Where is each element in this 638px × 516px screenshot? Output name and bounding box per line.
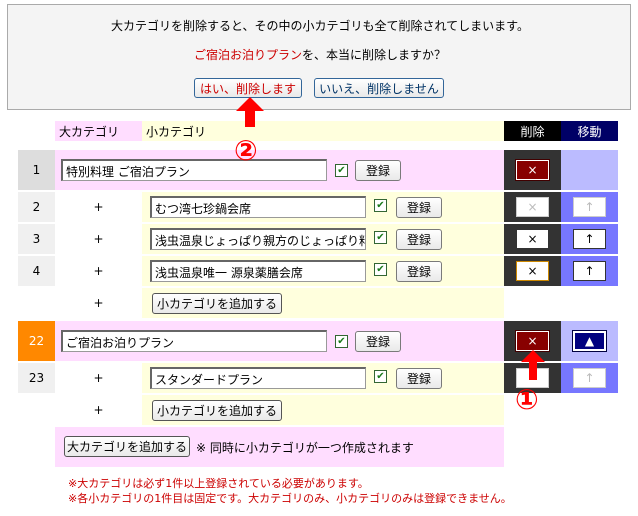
minor-category-input[interactable]: スタンダードプラン [150, 367, 366, 389]
move-cell [561, 150, 618, 190]
up-arrow-icon [236, 97, 264, 127]
move-up-button[interactable]: ↑ [573, 229, 606, 249]
add-minor-category-button[interactable]: 小カテゴリを追加する [152, 400, 282, 421]
warning-text-2: ※各小カテゴリの1件目は固定です。大カテゴリのみ、小カテゴリのみは登録できません… [68, 492, 512, 505]
row-number: 2 [18, 192, 55, 222]
header-major: 大カテゴリ [55, 121, 142, 141]
plus-sign: + [55, 192, 142, 222]
move-up-button[interactable]: ▲ [572, 330, 607, 352]
move-up-button: ↑ [573, 368, 606, 388]
delete-button[interactable]: × [515, 159, 550, 181]
target-category-name: ご宿泊お泊りプラン [193, 48, 302, 62]
visible-checkbox[interactable]: ✔ [374, 370, 387, 383]
plus-sign: + [55, 224, 142, 254]
delete-button[interactable]: × [516, 261, 549, 281]
confirm-question: ご宿泊お泊りプランを、本当に削除しますか？ [8, 46, 632, 63]
visible-checkbox[interactable]: ✔ [374, 231, 387, 244]
register-button[interactable]: 登録 [396, 229, 442, 250]
add-minor-category-button[interactable]: 小カテゴリを追加する [152, 293, 282, 314]
minor-category-input[interactable]: むつ湾七珍鍋会席 [150, 196, 366, 218]
marker-two: ② [234, 134, 258, 167]
delete-confirm-panel: 大カテゴリを削除すると、その中の小カテゴリも全て削除されてしまいます。 ご宿泊お… [7, 4, 631, 110]
add-major-category-button[interactable]: 大カテゴリを追加する [64, 436, 190, 457]
header-move: 移動 [561, 121, 618, 141]
row-number: 1 [18, 150, 55, 190]
register-button[interactable]: 登録 [396, 261, 442, 282]
warning-text-1: ※大カテゴリは必ず1件以上登録されている必要があります。 [68, 477, 369, 490]
move-up-button[interactable]: ↑ [573, 261, 606, 281]
plus-sign: + [93, 296, 104, 310]
marker-one: ① [515, 383, 539, 416]
plus-sign: + [55, 363, 142, 393]
visible-checkbox[interactable]: ✔ [374, 199, 387, 212]
confirm-question-text: を、本当に削除しますか？ [302, 48, 447, 62]
visible-checkbox[interactable]: ✔ [335, 335, 348, 348]
register-button[interactable]: 登録 [396, 368, 442, 389]
delete-button: × [516, 197, 549, 217]
delete-button[interactable]: × [516, 229, 549, 249]
plus-sign: + [93, 403, 104, 417]
row-number: 4 [18, 256, 55, 286]
move-up-button: ↑ [573, 197, 606, 217]
visible-checkbox[interactable]: ✔ [374, 263, 387, 276]
minor-category-input[interactable]: 浅虫温泉じょっぱり親方のじょっぱり料理 [150, 228, 366, 250]
confirm-message: 大カテゴリを削除すると、その中の小カテゴリも全て削除されてしまいます。 [111, 19, 529, 33]
header-minor: 小カテゴリ [142, 121, 504, 141]
major-category-input[interactable]: 特別料理 ご宿泊プラン [61, 159, 327, 181]
minor-category-input[interactable]: 浅虫温泉唯一 源泉薬膳会席 [150, 260, 366, 282]
plus-sign: + [55, 256, 142, 286]
register-button[interactable]: 登録 [355, 331, 401, 352]
up-arrow-icon [521, 350, 545, 380]
register-button[interactable]: 登録 [396, 197, 442, 218]
add-major-note: ※ 同時に小カテゴリが一つ作成されます [196, 441, 414, 455]
row-number: 23 [18, 363, 55, 393]
major-category-input[interactable]: ご宿泊お泊りプラン [61, 330, 327, 352]
row-number: 22 [18, 321, 55, 361]
header-delete: 削除 [504, 121, 561, 141]
visible-checkbox[interactable]: ✔ [335, 164, 348, 177]
row-number: 3 [18, 224, 55, 254]
confirm-no-button[interactable]: いいえ、削除しません [314, 78, 444, 98]
register-button[interactable]: 登録 [355, 160, 401, 181]
